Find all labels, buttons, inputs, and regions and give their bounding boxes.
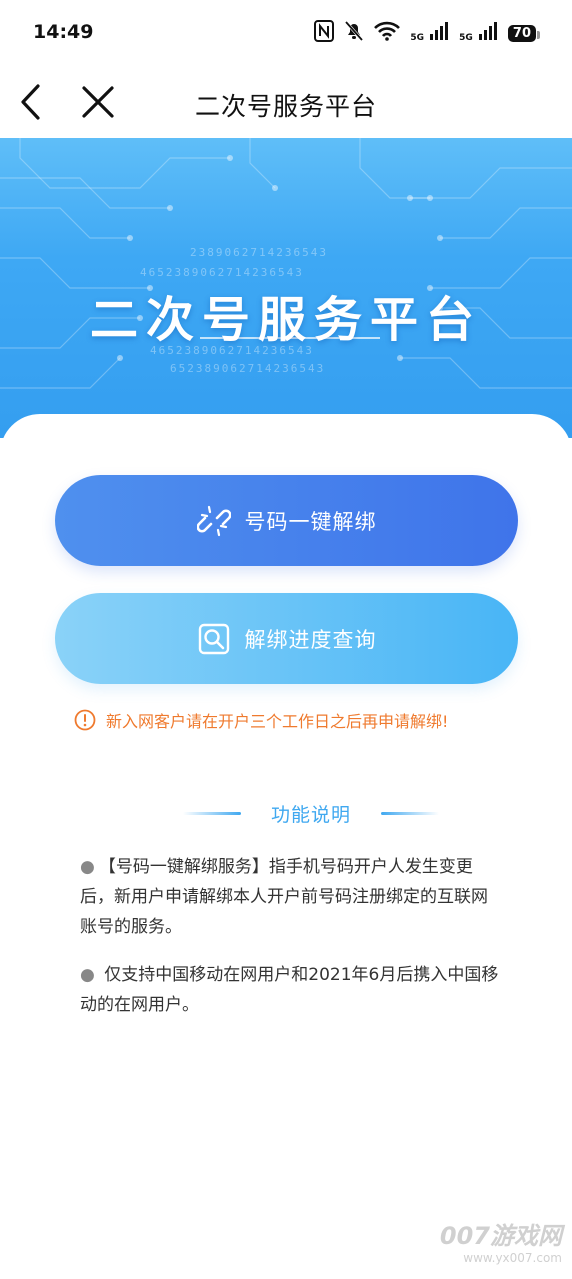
network-type-label: 5G [410, 33, 425, 43]
status-bar: 14:49 5G 5G 70 [0, 0, 572, 66]
nav-bar: 二次号服务平台 [0, 66, 572, 138]
signal-icon-2: 5G [459, 22, 498, 44]
bullet-icon: ● [80, 965, 95, 985]
banner-digits-4: 652389062714236543 [170, 362, 326, 375]
banner-digits-1: 2389062714236543 [190, 246, 328, 259]
banner-title: 二次号服务平台 [89, 292, 482, 348]
watermark-url: www.yx007.com [463, 1251, 562, 1265]
bullet-icon: ● [80, 857, 95, 877]
description-text: 【号码一键解绑服务】指手机号码开户人发生变更后，新用户申请解绑本人开户前号码注册… [80, 857, 488, 937]
page-title: 二次号服务平台 [194, 92, 377, 121]
watermark: 007游戏网 www.yx007.com [440, 1216, 562, 1265]
section-divider-left [182, 812, 241, 815]
hero-banner: 2389062714236543 4652389062714236543 465… [0, 138, 572, 438]
warning-icon [74, 709, 96, 731]
signal-icon-1: 5G [410, 22, 449, 44]
notice-text: 新入网客户请在开户三个工作日之后再申请解绑! [106, 712, 449, 731]
description-item: ● 【号码一键解绑服务】指手机号码开户人发生变更后，新用户申请解绑本人开户前号码注… [80, 852, 500, 942]
notice-message: 新入网客户请在开户三个工作日之后再申请解绑! [74, 708, 448, 732]
unbind-progress-button[interactable]: 解绑进度查询 [55, 593, 518, 684]
battery-indicator: 70 [507, 24, 541, 42]
description-text: 仅支持中国移动在网用户和2021年6月后携入中国移动的在网用户。 [80, 965, 499, 1015]
unbind-progress-label: 解绑进度查询 [244, 627, 377, 652]
section-divider-right [381, 812, 439, 815]
wifi-icon [374, 21, 401, 45]
description-item: ● 仅支持中国移动在网用户和2021年6月后携入中国移动的在网用户。 [80, 960, 500, 1020]
nfc-icon [314, 20, 335, 46]
banner-digits-2: 4652389062714236543 [140, 266, 304, 279]
unbind-number-label: 号码一键解绑 [244, 509, 377, 534]
section-header: 功能说明 [150, 800, 472, 827]
mute-bell-icon [344, 20, 364, 46]
watermark-logo-text: 007游戏网 [439, 1222, 562, 1250]
network-type-label: 5G [459, 33, 473, 43]
broken-link-icon [196, 505, 231, 536]
unbind-number-button[interactable]: 号码一键解绑 [55, 475, 518, 566]
search-document-icon [198, 623, 229, 654]
status-time: 14:49 [33, 21, 94, 43]
section-title: 功能说明 [270, 804, 351, 826]
status-icons: 5G 5G 70 [314, 20, 541, 46]
